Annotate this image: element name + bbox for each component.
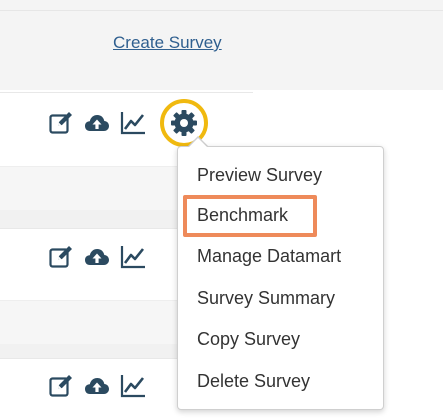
edit-icon[interactable] [48,373,74,399]
edit-icon[interactable] [48,110,74,136]
survey-options-menu: Preview Survey Benchmark Manage Datamart… [177,146,384,410]
menu-item-manage-datamart[interactable]: Manage Datamart [197,246,341,267]
benchmark-highlight-box [183,195,317,237]
header-divider [0,10,443,11]
survey-actions [48,110,146,136]
chart-icon[interactable] [120,373,146,399]
menu-item-preview-survey[interactable]: Preview Survey [197,165,322,186]
menu-item-copy-survey[interactable]: Copy Survey [197,329,300,350]
gear-icon [171,110,197,136]
survey-actions [48,244,146,270]
menu-caret-fill [189,138,207,147]
cloud-upload-icon[interactable] [84,110,110,136]
chart-icon[interactable] [120,110,146,136]
chart-icon[interactable] [120,244,146,270]
survey-actions [48,373,146,399]
create-survey-link[interactable]: Create Survey [113,33,222,53]
edit-icon[interactable] [48,244,74,270]
menu-item-delete-survey[interactable]: Delete Survey [197,371,310,392]
cloud-upload-icon[interactable] [84,373,110,399]
header-bar: Create Survey [0,0,443,90]
menu-item-survey-summary[interactable]: Survey Summary [197,288,335,309]
cloud-upload-icon[interactable] [84,244,110,270]
